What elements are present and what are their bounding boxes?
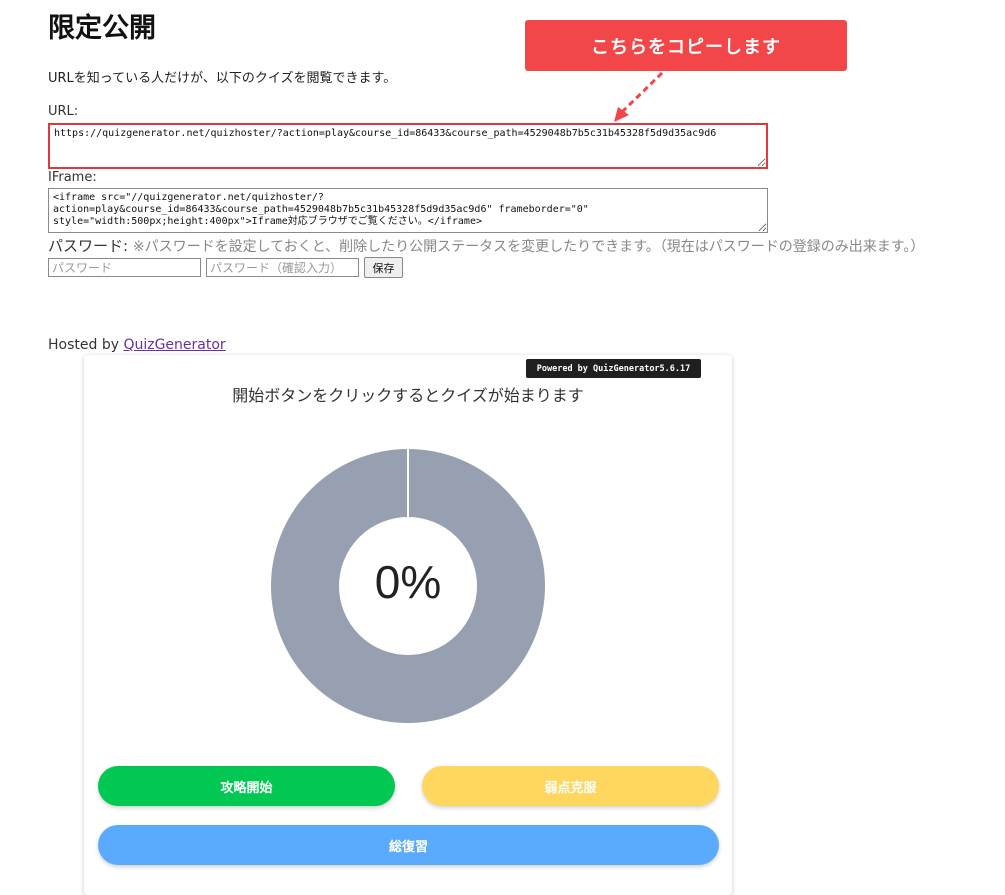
password-note: ※パスワードを設定しておくと、削除したり公開ステータスを変更したりできます。（現… [132,239,925,255]
page-description: URLを知っている人だけが、以下のクイズを閲覧できます。 [48,71,397,86]
hosted-prefix: Hosted by [48,337,124,353]
iframe-label: IFrame: [48,170,97,185]
progress-percent: 0% [375,556,441,608]
quiz-instruction: 開始ボタンをクリックするとクイズが始まります [232,386,584,405]
password-label: パスワード: [48,237,129,255]
save-button[interactable]: 保存 [364,257,403,278]
weak-point-button[interactable]: 弱点克服 [422,766,719,806]
password-input[interactable] [48,258,201,277]
iframe-textarea[interactable]: <iframe src="//quizgenerator.net/quizhos… [48,188,768,233]
start-button[interactable]: 攻略開始 [98,766,395,806]
powered-by-badge: Powered by QuizGenerator5.6.17 [526,359,701,378]
progress-donut: 0% [271,449,545,723]
callout-arrow-icon [614,71,664,122]
copy-callout: こちらをコピーします [525,20,847,71]
hosted-by: Hosted by QuizGenerator [48,337,226,353]
password-row-label: パスワード: ※パスワードを設定しておくと、削除したり公開ステータスを変更したり… [48,235,924,256]
page-title: 限定公開 [48,13,156,44]
quizgenerator-link[interactable]: QuizGenerator [123,337,225,353]
url-label: URL: [48,104,79,119]
password-confirm-input[interactable] [206,258,359,277]
review-all-button[interactable]: 総復習 [98,825,719,865]
